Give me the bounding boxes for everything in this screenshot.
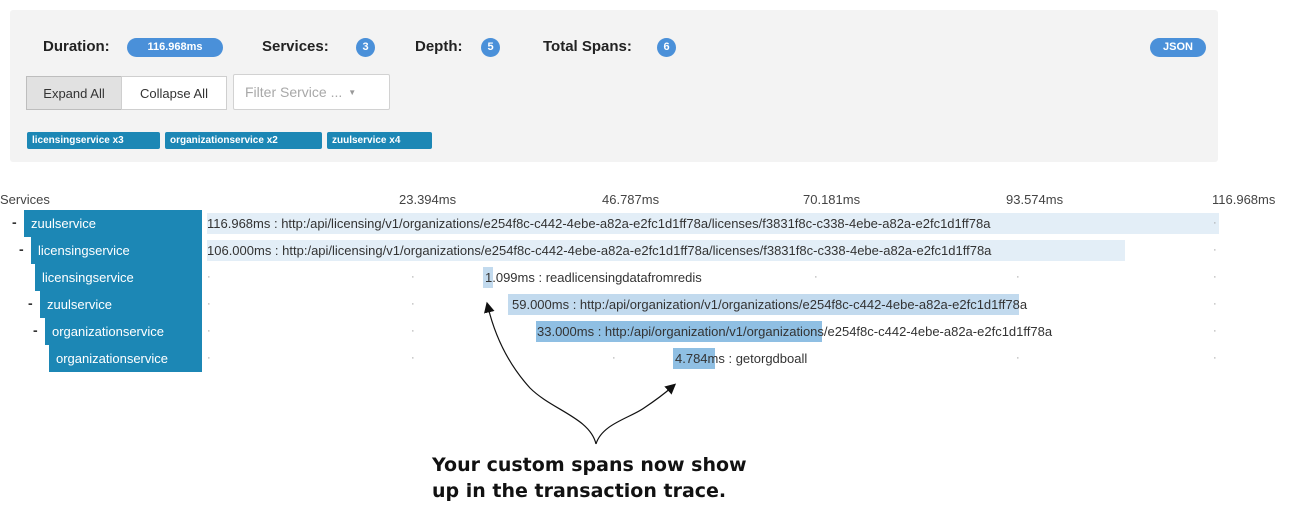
annotation-arrows <box>484 301 677 445</box>
arrow-left <box>484 301 597 445</box>
arrow-right <box>595 383 677 445</box>
annotation-caption: Your custom spans now show up in the tra… <box>432 454 747 502</box>
